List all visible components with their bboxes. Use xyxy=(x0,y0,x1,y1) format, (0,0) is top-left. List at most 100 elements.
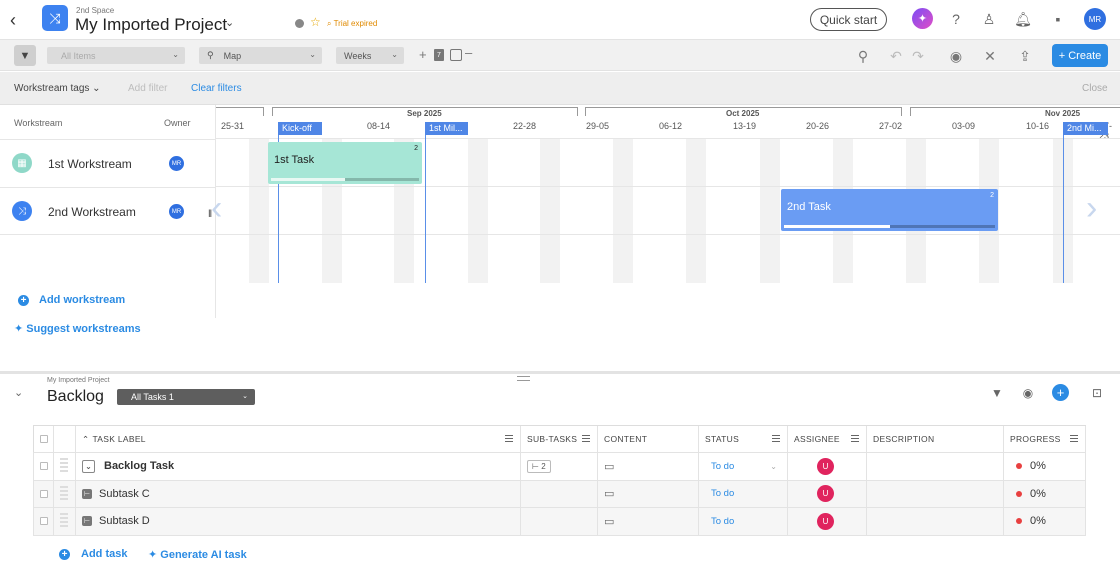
add-user-icon[interactable]: ♙ xyxy=(979,9,999,29)
calendar-today-icon[interactable]: 7 xyxy=(434,49,444,61)
panel-divider[interactable] xyxy=(0,371,1120,374)
task-label[interactable]: Backlog Task xyxy=(104,460,174,472)
row-checkbox[interactable] xyxy=(40,517,48,526)
scroll-right-icon[interactable]: › xyxy=(1086,189,1097,228)
description-cell[interactable] xyxy=(866,480,1003,507)
clear-filters-link[interactable]: Clear filters xyxy=(191,83,242,94)
add-workstream-button[interactable]: + Add workstream xyxy=(18,294,125,306)
star-icon[interactable]: ☆ xyxy=(310,15,321,29)
add-filter-button[interactable]: Add filter xyxy=(128,83,167,94)
items-select[interactable]: All Items ⌄ xyxy=(47,47,185,64)
owner-avatar[interactable]: MR xyxy=(169,156,184,171)
milestone-kickoff[interactable]: Kick-off xyxy=(278,122,322,135)
select-all-checkbox[interactable] xyxy=(40,435,48,443)
col-sub-tasks[interactable]: SUB-TASKS xyxy=(520,426,597,452)
expand-icon[interactable]: ⌄ xyxy=(82,459,95,473)
col-progress[interactable]: PROGRESS xyxy=(1003,426,1086,452)
quick-start-button[interactable]: Quick start xyxy=(810,8,887,31)
column-menu-icon[interactable] xyxy=(851,435,859,442)
subtasks-count[interactable]: ⊢ 2 xyxy=(527,459,551,473)
scroll-left-icon[interactable]: ‹ xyxy=(211,189,222,228)
task-label[interactable]: Subtask C xyxy=(99,488,150,500)
column-menu-icon[interactable] xyxy=(582,435,590,442)
chevron-down-icon[interactable]: ⌄ xyxy=(225,16,234,29)
user-avatar[interactable]: MR xyxy=(1084,8,1106,30)
unlock-icon[interactable]: ⊡ xyxy=(1088,384,1106,402)
milestone-2nd[interactable]: 2nd Mi... xyxy=(1063,122,1108,135)
trial-expired-badge[interactable]: ⌕ Trial expired xyxy=(327,19,377,29)
undo-icon[interactable]: ↶ xyxy=(886,46,906,66)
eye-icon[interactable]: ◉ xyxy=(1019,384,1037,402)
project-title[interactable]: My Imported Project xyxy=(75,15,227,35)
filter-icon[interactable]: ▼ xyxy=(988,384,1006,402)
table-row[interactable]: ⊢ Subtask D ▭ To do U 0% xyxy=(33,508,1086,536)
col-description[interactable]: DESCRIPTION xyxy=(866,426,1003,452)
zoom-out-icon[interactable]: – xyxy=(465,45,472,60)
assignee-avatar[interactable]: U xyxy=(817,512,834,530)
add-task-button[interactable]: + Add task xyxy=(59,548,127,560)
gantt-chart[interactable]: Sep 2025 Oct 2025 Nov 2025 25-31 01-07 0… xyxy=(216,105,1120,283)
description-cell[interactable] xyxy=(866,508,1003,535)
column-menu-icon[interactable] xyxy=(772,435,780,442)
drag-handle-icon[interactable] xyxy=(60,458,68,475)
owner-avatar[interactable]: MR xyxy=(169,204,184,219)
workstream-column-header: Workstream xyxy=(14,118,63,128)
drag-grip-icon[interactable] xyxy=(517,376,530,381)
task-label[interactable]: Subtask D xyxy=(99,515,150,527)
view-select[interactable]: ⚲ Map ⌄ xyxy=(199,47,322,64)
suggest-workstreams-button[interactable]: ✦ Suggest workstreams xyxy=(14,322,141,335)
milestone-1st[interactable]: 1st Mil... xyxy=(425,122,468,135)
eye-icon[interactable]: ◉ xyxy=(946,46,966,66)
col-task-label[interactable]: ⌃ TASK LABEL xyxy=(75,426,520,452)
close-filter-button[interactable]: Close xyxy=(1082,83,1108,94)
row-checkbox[interactable] xyxy=(40,489,48,498)
column-menu-icon[interactable] xyxy=(505,435,513,442)
status-dropdown[interactable]: To do ⌄ xyxy=(698,453,787,480)
task-bar-2nd-task[interactable]: 2nd Task 2 xyxy=(781,189,998,231)
assignee-avatar[interactable]: U xyxy=(817,457,834,475)
comment-icon[interactable]: ▭ xyxy=(604,460,614,473)
status-dropdown[interactable]: To do xyxy=(698,508,787,535)
row-checkbox[interactable] xyxy=(40,462,48,471)
chat-icon[interactable]: ▪ xyxy=(1048,9,1068,29)
collapse-chevron-icon[interactable]: ⌄ xyxy=(14,386,23,399)
task-filter-select[interactable]: All Tasks 1 ⌄ xyxy=(117,389,255,405)
table-row[interactable]: ⌄ Backlog Task ⊢ 2 ▭ To do ⌄ U 0% xyxy=(33,453,1086,481)
help-icon[interactable]: ? xyxy=(946,9,966,29)
status-dropdown[interactable]: To do xyxy=(698,480,787,507)
share-icon[interactable]: ⇪ xyxy=(1015,46,1035,66)
comment-icon[interactable]: ▭ xyxy=(604,487,614,500)
info-icon[interactable] xyxy=(295,19,304,28)
ai-sparkle-icon[interactable]: ✦ xyxy=(912,8,933,29)
col-content[interactable]: CONTENT xyxy=(597,426,698,452)
generate-ai-task-button[interactable]: ✦ Generate AI task xyxy=(148,548,247,561)
description-cell[interactable] xyxy=(866,453,1003,480)
col-status[interactable]: STATUS xyxy=(698,426,787,452)
calendar-icon[interactable] xyxy=(450,49,462,61)
month-nov: Nov 2025 xyxy=(910,107,1120,118)
drag-handle-icon[interactable] xyxy=(60,485,68,502)
assignee-avatar[interactable]: U xyxy=(817,485,834,503)
create-button[interactable]: + Create xyxy=(1052,44,1108,67)
search-icon[interactable]: ⚲ xyxy=(853,46,873,66)
scale-select[interactable]: Weeks ⌄ xyxy=(336,47,404,64)
comment-icon[interactable]: ▭ xyxy=(604,515,614,528)
resize-handle-icon[interactable]: ‖ xyxy=(208,209,212,220)
zoom-in-icon[interactable]: + xyxy=(419,47,427,62)
workstream-name: 1st Workstream xyxy=(48,157,132,171)
table-row[interactable]: ⊢ Subtask C ▭ To do U 0% xyxy=(33,480,1086,508)
top-header: ‹ ⤨ 2nd Space My Imported Project ⌄ ☆ ⌕ … xyxy=(0,0,1120,40)
col-assignee[interactable]: ASSIGNEE xyxy=(787,426,866,452)
redo-icon[interactable]: ↷ xyxy=(908,46,928,66)
tools-icon[interactable]: ✕ xyxy=(980,46,1000,66)
workstream-row[interactable]: ▦ 1st Workstream MR xyxy=(0,139,216,187)
add-icon[interactable]: + xyxy=(1052,384,1069,401)
workstream-row[interactable]: ⤨ 2nd Workstream MR xyxy=(0,187,216,235)
task-bar-1st-task[interactable]: 1st Task 2 xyxy=(268,142,422,184)
drag-handle-icon[interactable] xyxy=(60,513,68,530)
filter-icon[interactable]: ▼ xyxy=(14,45,36,66)
bell-icon[interactable]: 🔔︎ xyxy=(1013,9,1033,29)
back-arrow-icon[interactable]: ‹ xyxy=(10,10,16,31)
workstream-tags-dropdown[interactable]: Workstream tags ⌄ xyxy=(14,83,101,94)
column-menu-icon[interactable] xyxy=(1070,435,1078,442)
